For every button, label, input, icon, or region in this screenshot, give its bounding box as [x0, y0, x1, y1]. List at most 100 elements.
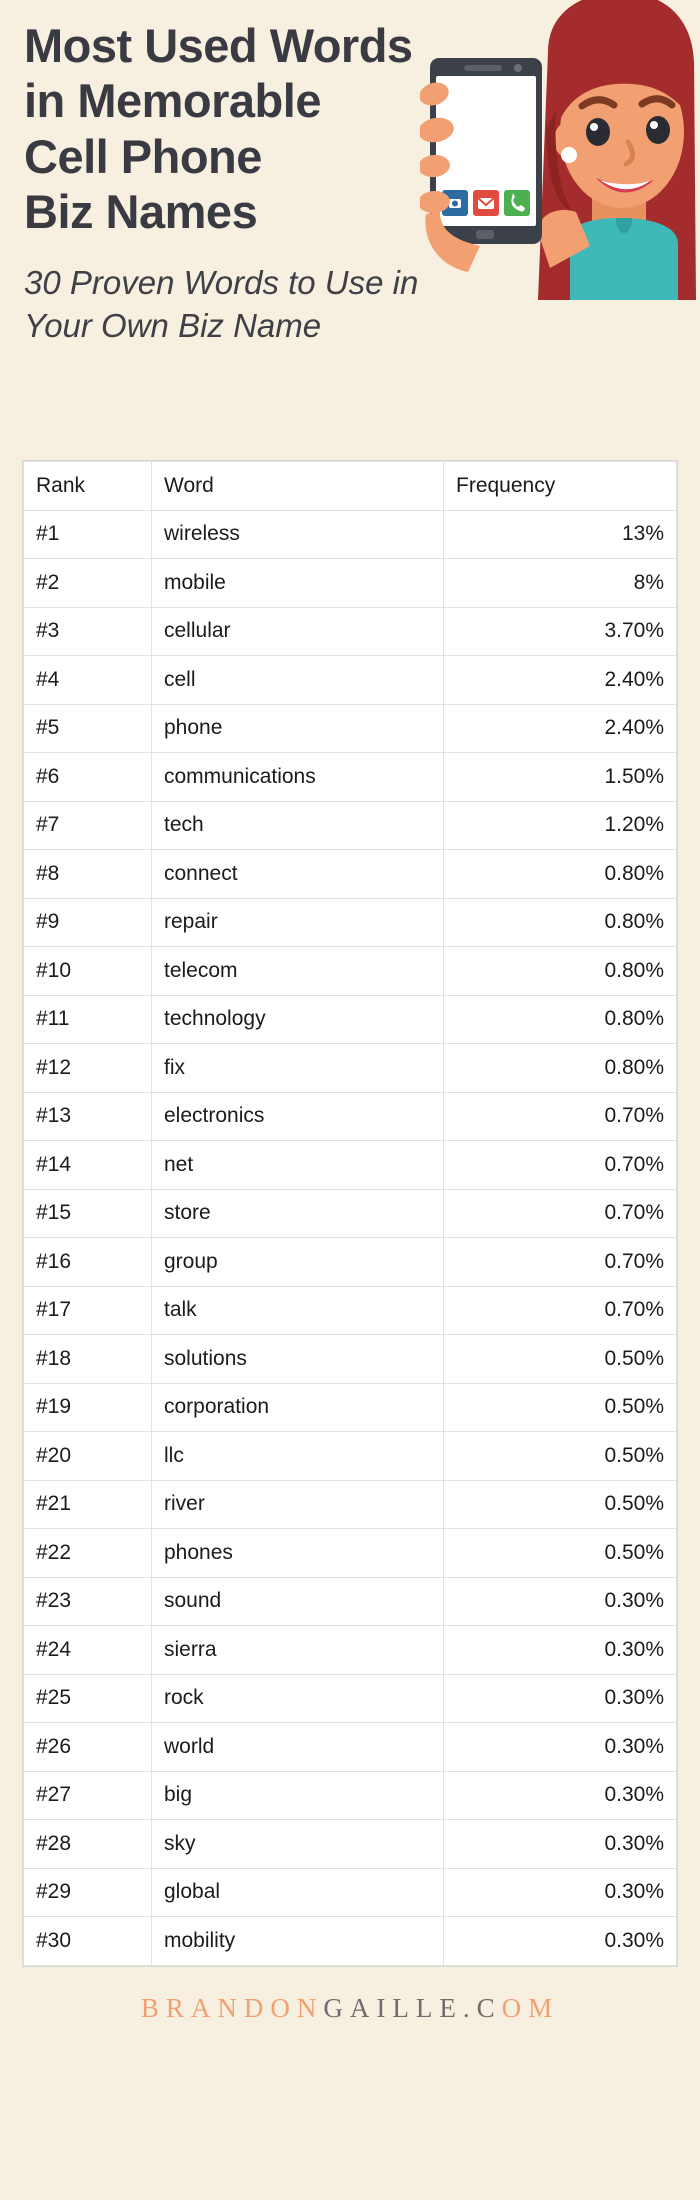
title-line-2: in Memorable: [24, 74, 321, 128]
cell-frequency: 1.20%: [443, 800, 677, 850]
cell-frequency: 0.50%: [443, 1334, 677, 1384]
table-row: #28 sky 0.30%: [23, 1819, 677, 1869]
cell-frequency: 2.40%: [443, 703, 677, 753]
cell-rank: #15: [23, 1188, 152, 1238]
cell-frequency: 1.50%: [443, 752, 677, 802]
cell-word: electronics: [151, 1091, 444, 1141]
cell-word: tech: [151, 800, 444, 850]
cell-frequency: 8%: [443, 558, 677, 608]
subtitle-line-1: 30 Proven Words to Use in: [24, 263, 419, 301]
cell-rank: #2: [23, 558, 152, 608]
brand-text-secondary: GAILLE.C: [323, 1992, 502, 2023]
table-row: #29 global 0.30%: [23, 1867, 677, 1917]
table-row: #7 tech 1.20%: [23, 800, 677, 850]
cell-frequency: 0.50%: [443, 1528, 677, 1578]
header-section: Most Used Words in Memorable Cell Phone …: [0, 0, 700, 460]
table-row: #22 phones 0.50%: [23, 1528, 677, 1578]
cell-frequency: 13%: [443, 509, 677, 559]
brand-footer: BRANDONGAILLE.COM: [0, 1967, 700, 2024]
table-row: #18 solutions 0.50%: [23, 1334, 677, 1384]
cell-rank: #18: [23, 1334, 152, 1384]
table-row: #3 cellular 3.70%: [23, 606, 677, 656]
word-frequency-table-container: Rank Word Frequency #1 wireless 13% #2 mobil…: [22, 460, 678, 1967]
column-header-word: Word: [151, 461, 444, 511]
cell-frequency: 0.50%: [443, 1382, 677, 1432]
table-row: #6 communications 1.50%: [23, 752, 677, 802]
cell-word: corporation: [151, 1382, 444, 1432]
page-subtitle: 30 Proven Words to Use in Your Own Biz N…: [24, 262, 494, 348]
cell-word: net: [151, 1140, 444, 1190]
cell-frequency: 0.30%: [443, 1770, 677, 1820]
column-header-frequency: Frequency: [443, 461, 677, 511]
table-row: #2 mobile 8%: [23, 558, 677, 608]
cell-word: phones: [151, 1528, 444, 1578]
table-row: #11 technology 0.80%: [23, 994, 677, 1044]
column-header-rank: Rank: [23, 461, 152, 511]
cell-frequency: 0.30%: [443, 1722, 677, 1772]
cell-rank: #1: [23, 509, 152, 559]
table-row: #23 sound 0.30%: [23, 1576, 677, 1626]
cell-word: talk: [151, 1285, 444, 1335]
page-title: Most Used Words in Memorable Cell Phone …: [24, 18, 484, 240]
cell-frequency: 0.70%: [443, 1091, 677, 1141]
cell-rank: #28: [23, 1819, 152, 1869]
cell-frequency: 0.50%: [443, 1431, 677, 1481]
cell-rank: #10: [23, 946, 152, 996]
cell-rank: #24: [23, 1625, 152, 1675]
cell-word: technology: [151, 994, 444, 1044]
cell-word: mobility: [151, 1916, 444, 1966]
title-line-4: Biz Names: [24, 185, 258, 239]
title-line-3: Cell Phone: [24, 129, 262, 183]
cell-rank: #30: [23, 1916, 152, 1966]
table-row: #13 electronics 0.70%: [23, 1091, 677, 1141]
table-row: #25 rock 0.30%: [23, 1673, 677, 1723]
cell-rank: #14: [23, 1140, 152, 1190]
table-row: #20 llc 0.50%: [23, 1431, 677, 1481]
cell-rank: #23: [23, 1576, 152, 1626]
cell-word: wireless: [151, 509, 444, 559]
cell-rank: #6: [23, 752, 152, 802]
cell-frequency: 0.80%: [443, 897, 677, 947]
cell-word: telecom: [151, 946, 444, 996]
brand-text-primary: BRANDON: [140, 1992, 324, 2023]
cell-rank: #4: [23, 655, 152, 705]
table-row: #24 sierra 0.30%: [23, 1625, 677, 1675]
cell-word: big: [151, 1770, 444, 1820]
cell-rank: #29: [23, 1867, 152, 1917]
cell-word: sierra: [151, 1625, 444, 1675]
cell-rank: #22: [23, 1528, 152, 1578]
table-body: #1 wireless 13% #2 mobile 8% #3 cellular 3.70% #4…: [23, 509, 677, 1966]
cell-frequency: 0.70%: [443, 1285, 677, 1335]
cell-frequency: 0.30%: [443, 1673, 677, 1723]
cell-rank: #20: [23, 1431, 152, 1481]
table-row: #16 group 0.70%: [23, 1237, 677, 1287]
cell-word: store: [151, 1188, 444, 1238]
table-row: #1 wireless 13%: [23, 509, 677, 559]
table-row: #30 mobility 0.30%: [23, 1916, 677, 1966]
cell-word: llc: [151, 1431, 444, 1481]
cell-frequency: 2.40%: [443, 655, 677, 705]
table-row: #26 world 0.30%: [23, 1722, 677, 1772]
table-row: #9 repair 0.80%: [23, 897, 677, 947]
cell-rank: #3: [23, 606, 152, 656]
table-row: #15 store 0.70%: [23, 1188, 677, 1238]
cell-frequency: 0.80%: [443, 1043, 677, 1093]
cell-frequency: 0.80%: [443, 994, 677, 1044]
cell-word: sky: [151, 1819, 444, 1869]
cell-word: cell: [151, 655, 444, 705]
table-row: #5 phone 2.40%: [23, 703, 677, 753]
table-row: #4 cell 2.40%: [23, 655, 677, 705]
table-row: #21 river 0.50%: [23, 1479, 677, 1529]
cell-word: connect: [151, 849, 444, 899]
cell-frequency: 0.30%: [443, 1576, 677, 1626]
cell-word: repair: [151, 897, 444, 947]
cell-rank: #17: [23, 1285, 152, 1335]
cell-word: communications: [151, 752, 444, 802]
cell-rank: #25: [23, 1673, 152, 1723]
cell-frequency: 0.30%: [443, 1819, 677, 1869]
table-row: #27 big 0.30%: [23, 1770, 677, 1820]
cell-word: rock: [151, 1673, 444, 1723]
table-row: #10 telecom 0.80%: [23, 946, 677, 996]
table-row: #19 corporation 0.50%: [23, 1382, 677, 1432]
cell-frequency: 0.80%: [443, 946, 677, 996]
